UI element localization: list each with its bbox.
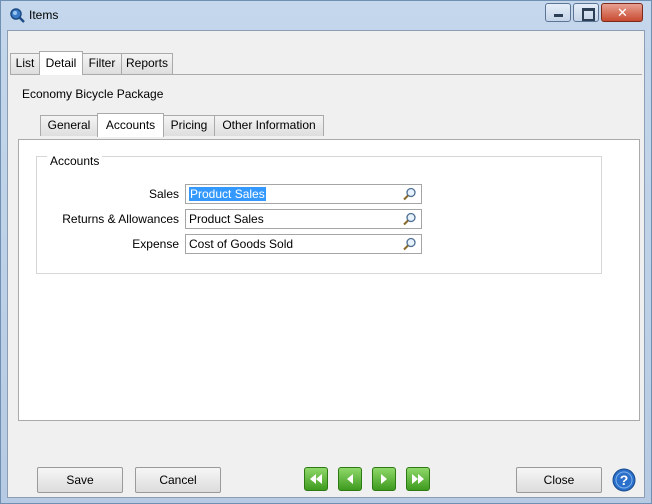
tab-other-information[interactable]: Other Information xyxy=(214,115,324,136)
window-title: Items xyxy=(29,8,59,22)
previous-record-icon[interactable] xyxy=(338,467,362,491)
first-record-icon[interactable] xyxy=(304,467,328,491)
tab-reports[interactable]: Reports xyxy=(121,53,173,74)
tab-detail[interactable]: Detail xyxy=(39,51,83,75)
tab-list[interactable]: List xyxy=(10,53,40,74)
close-button[interactable]: Close xyxy=(516,467,602,493)
window-client-area: List Detail Filter Reports Economy Bicyc… xyxy=(7,30,645,498)
title-bar[interactable]: Items xyxy=(1,1,651,29)
returns-allowances-account-value: Product Sales xyxy=(189,212,264,226)
sales-account-value: Product Sales xyxy=(189,187,266,201)
maximize-icon[interactable] xyxy=(573,3,599,22)
expense-account-value: Cost of Goods Sold xyxy=(189,237,294,251)
expense-label: Expense xyxy=(132,237,179,251)
close-icon[interactable] xyxy=(601,3,643,22)
magnifier-icon[interactable] xyxy=(403,237,417,251)
detail-panel: Economy Bicycle Package General Accounts… xyxy=(10,74,642,490)
items-window: Items List Detail Filter Reports Economy… xyxy=(0,0,652,504)
cancel-button[interactable]: Cancel xyxy=(135,467,221,493)
magnifier-icon[interactable] xyxy=(403,212,417,226)
tab-pricing[interactable]: Pricing xyxy=(163,115,215,136)
magnifier-icon[interactable] xyxy=(403,187,417,201)
minimize-icon[interactable] xyxy=(545,3,571,22)
accounts-group-title: Accounts xyxy=(47,154,103,168)
returns-allowances-label: Returns & Allowances xyxy=(62,212,179,226)
next-record-icon[interactable] xyxy=(372,467,396,491)
accounts-group: Accounts Sales Product Sales Returns & A… xyxy=(36,154,602,274)
expense-account-field[interactable]: Cost of Goods Sold xyxy=(185,234,422,254)
save-button[interactable]: Save xyxy=(37,467,123,493)
last-record-icon[interactable] xyxy=(406,467,430,491)
returns-allowances-account-field[interactable]: Product Sales xyxy=(185,209,422,229)
app-magnifier-icon xyxy=(10,8,25,23)
record-title: Economy Bicycle Package xyxy=(22,87,164,101)
tab-filter[interactable]: Filter xyxy=(82,53,122,74)
tab-accounts[interactable]: Accounts xyxy=(97,113,164,137)
window-controls xyxy=(543,3,643,22)
sales-account-field[interactable]: Product Sales xyxy=(185,184,422,204)
footer-toolbar: Save Cancel Close ? xyxy=(8,459,644,497)
sales-label: Sales xyxy=(148,187,179,201)
svg-text:?: ? xyxy=(620,472,629,488)
tab-general[interactable]: General xyxy=(40,115,98,136)
accounts-tab-panel: Accounts Sales Product Sales Returns & A… xyxy=(18,139,640,421)
help-icon[interactable]: ? xyxy=(612,468,636,492)
